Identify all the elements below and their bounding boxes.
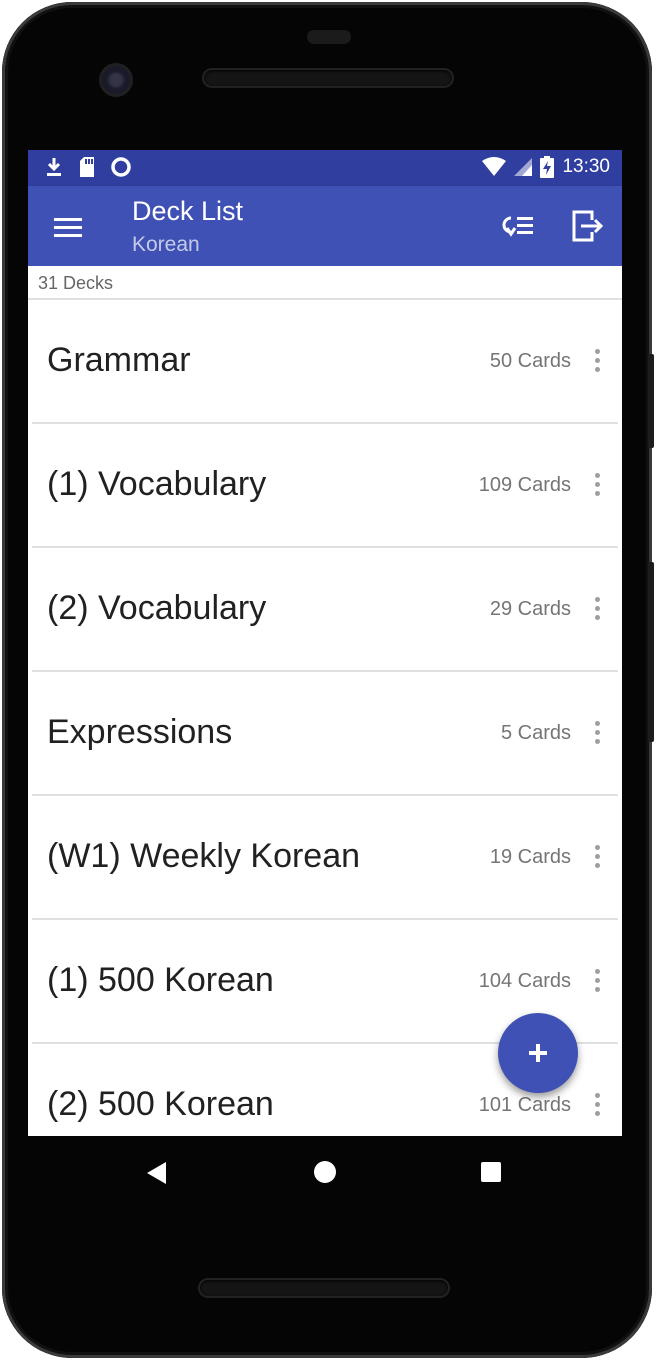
deck-row[interactable]: Grammar 50 Cards [32,300,618,424]
deck-row[interactable]: (W1) Weekly Korean 19 Cards [32,796,618,920]
top-speaker [204,70,452,86]
more-options-icon[interactable] [590,966,604,996]
deck-count-bar: 31 Decks [28,266,622,300]
volume-button [648,562,654,742]
sd-card-icon [80,157,94,177]
hamburger-menu-icon[interactable] [50,210,86,244]
more-options-icon[interactable] [590,718,604,748]
deck-card-count: 5 Cards [500,722,571,744]
deck-card-count: 29 Cards [489,598,571,620]
more-options-icon[interactable] [590,346,604,376]
deck-row[interactable]: Expressions 5 Cards [32,672,618,796]
bottom-speaker [200,1280,448,1296]
more-options-icon[interactable] [590,842,604,872]
deck-list: Grammar 50 Cards (1) Vocabulary 109 Card… [28,300,622,1136]
deck-card-count: 50 Cards [489,350,571,372]
power-button [648,354,654,448]
sort-icon[interactable] [498,208,538,244]
more-options-icon[interactable] [590,470,604,500]
status-time: 13:30 [562,156,610,177]
cell-signal-icon [514,158,533,176]
deck-name: (W1) Weekly Korean [47,837,361,875]
app-bar: Deck List Korean [28,186,622,266]
deck-row[interactable]: (1) Vocabulary 109 Cards [32,424,618,548]
plus-icon [529,1044,547,1062]
page-subtitle: Korean [132,233,200,256]
exit-icon[interactable] [566,206,606,246]
sync-circle-icon [111,157,131,177]
home-icon[interactable] [314,1161,336,1183]
deck-name: (2) Vocabulary [47,589,267,627]
more-options-icon[interactable] [590,594,604,624]
deck-name: Expressions [47,713,233,751]
back-icon[interactable] [146,1161,168,1185]
deck-name: (2) 500 Korean [47,1085,274,1123]
add-deck-button[interactable] [498,1013,578,1093]
battery-charging-icon [540,156,555,178]
deck-row[interactable]: (2) Vocabulary 29 Cards [32,548,618,672]
status-bar: 13:30 [28,150,622,186]
download-icon [47,158,61,176]
recents-icon[interactable] [481,1162,501,1182]
deck-card-count: 104 Cards [478,970,571,992]
deck-card-count: 101 Cards [478,1094,571,1116]
wifi-icon [482,157,507,176]
deck-name: (1) 500 Korean [47,961,274,999]
system-nav-bar [28,1136,622,1206]
deck-count: 31 Decks [38,273,114,293]
deck-name: Grammar [47,341,191,379]
earpiece [307,30,351,44]
deck-card-count: 19 Cards [489,846,571,868]
app-screen: 13:30 Deck List Korean 31 Decks Grammar … [28,150,622,1136]
front-camera [102,66,130,94]
more-options-icon[interactable] [590,1090,604,1120]
deck-name: (1) Vocabulary [47,465,267,503]
page-title: Deck List [132,196,244,226]
deck-card-count: 109 Cards [478,474,571,496]
